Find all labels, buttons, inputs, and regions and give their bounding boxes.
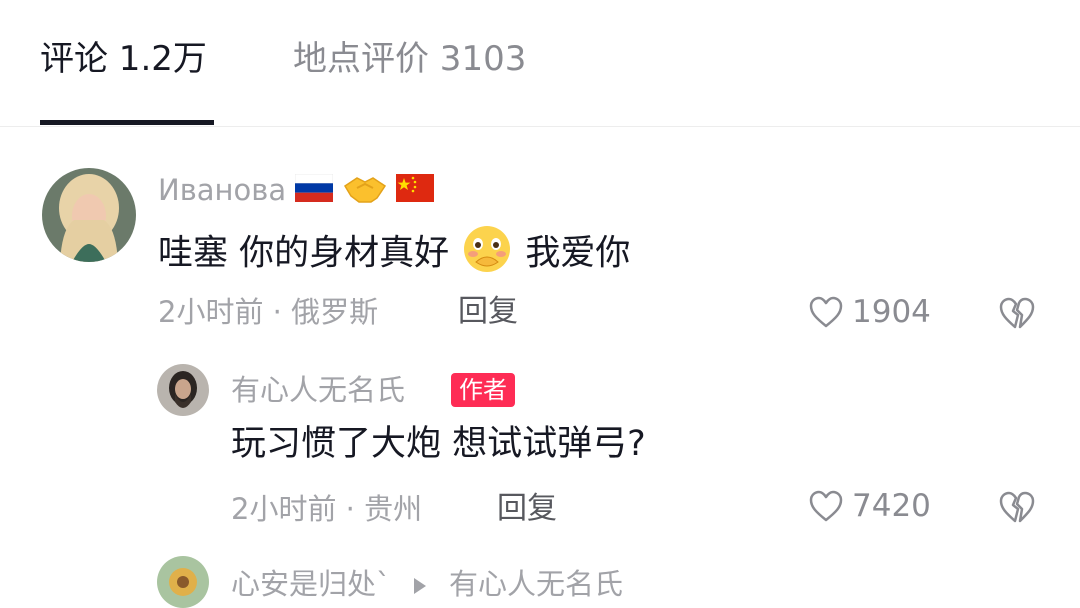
like-count: 1904 [852,294,931,330]
shy-face-icon [460,224,514,285]
reply-meta: 2小时前 · 贵州 [231,492,423,526]
comment-username[interactable]: Иванова [158,172,434,212]
avatar[interactable] [157,556,209,608]
like-count: 7420 [852,488,931,524]
broken-heart-icon [999,491,1035,523]
like-button[interactable]: 1904 [808,294,931,330]
reply-button[interactable]: 回复 [458,294,518,330]
china-flag-icon [395,174,434,210]
dislike-button[interactable] [998,296,1036,334]
avatar[interactable] [157,364,209,416]
reply-text: 玩习惯了大炮 想试试弹弓? [231,424,646,464]
comment-tabs: 评论 1.2万 地点评价 3103 [0,0,1080,127]
tab-comments[interactable]: 评论 1.2万 [40,38,207,80]
reply-username[interactable]: 心安是归处` 有心人无名氏 [231,566,623,604]
reply-button[interactable]: 回复 [497,491,557,527]
heart-icon [809,490,843,522]
comment-text: 哇塞 你的身材真好 我爱你 [158,224,630,285]
russia-flag-icon [295,173,334,210]
dislike-button[interactable] [998,490,1036,528]
handshake-icon [343,172,387,212]
broken-heart-icon [999,297,1035,329]
comment-meta: 2小时前 · 俄罗斯 [158,295,379,329]
active-tab-indicator [40,120,214,125]
author-badge: 作者 [451,373,515,407]
heart-icon [809,296,843,328]
reply-arrow-icon [412,568,428,604]
tab-location-reviews[interactable]: 地点评价 3103 [293,38,526,80]
avatar[interactable] [42,168,136,262]
like-button[interactable]: 7420 [808,488,931,524]
reply-username[interactable]: 有心人无名氏 [231,372,405,408]
